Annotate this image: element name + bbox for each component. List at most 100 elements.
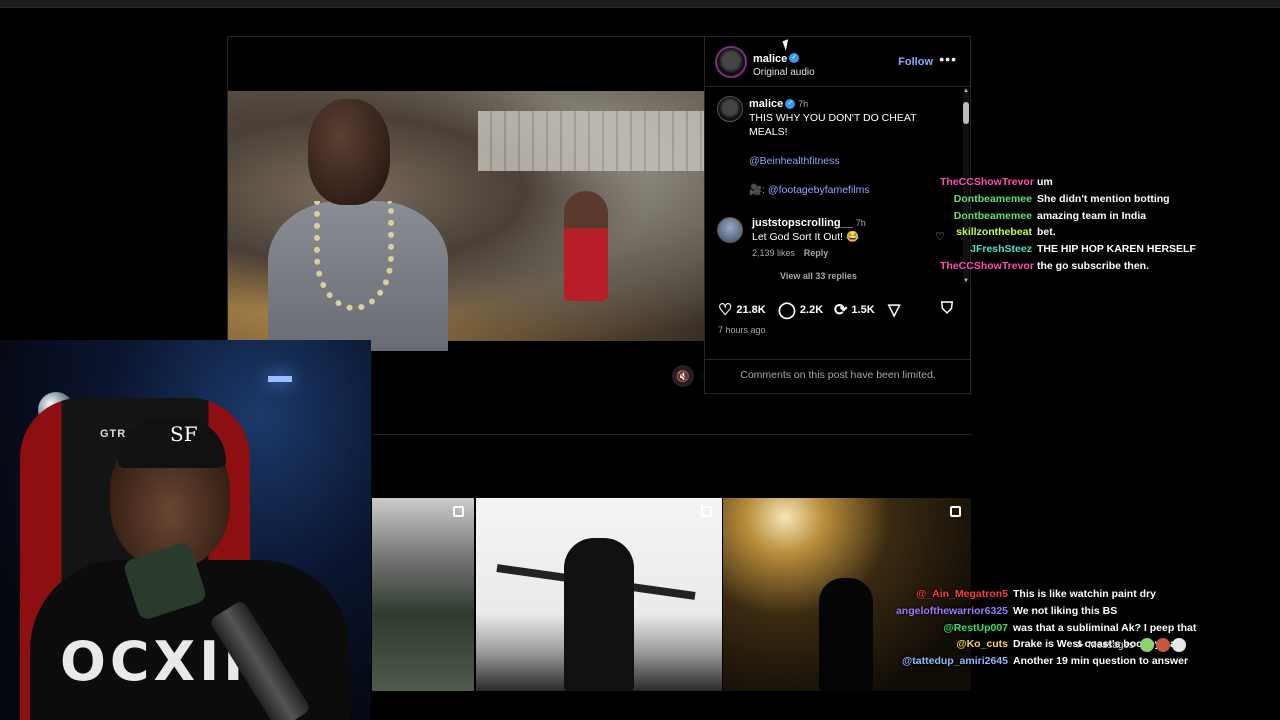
browser-top-bar bbox=[0, 0, 1280, 8]
comment: juststopscrolling__ 7h Let God Sort It O… bbox=[752, 216, 866, 283]
video-person-head bbox=[308, 99, 390, 205]
post-sidebar: malice ✓ Original audio Follow ••• malice… bbox=[704, 37, 971, 393]
verified-icon: ✓ bbox=[785, 99, 796, 110]
comment-likes[interactable]: 2,139 likes bbox=[752, 248, 795, 258]
chat-username: Dontbeamemee bbox=[953, 192, 1032, 205]
carousel-icon bbox=[453, 506, 464, 517]
mute-icon[interactable]: 🔇 bbox=[672, 365, 694, 387]
chat-text: THE HIP HOP KAREN HERSELF bbox=[1037, 243, 1196, 256]
caption: malice ✓ 7h THIS WHY YOU DON'T DO CHEAT M… bbox=[749, 97, 929, 139]
chat-message: Dontbeamemee She didn't mention botting bbox=[940, 191, 1196, 208]
caption-time: 7h bbox=[798, 99, 809, 109]
repost-count: 1.5K bbox=[851, 304, 875, 316]
hat-logo: SF bbox=[170, 422, 198, 446]
repost-button[interactable]: ⟳ 1.5K bbox=[834, 300, 875, 320]
chat-message: @_Ain_Megatron5 This is like watchin pain… bbox=[880, 586, 1196, 603]
caption-avatar[interactable] bbox=[717, 96, 743, 122]
chat-message: JFreshSteez THE HIP HOP KAREN HERSELF bbox=[940, 241, 1196, 258]
chat-text: bet. bbox=[1037, 226, 1056, 239]
caption-text: THIS WHY YOU DON'T DO CHEAT MEALS! bbox=[749, 112, 917, 138]
comment-icon: ◯ bbox=[778, 302, 796, 319]
chat-text: um bbox=[1037, 176, 1053, 188]
chat-text: Another 19 min question to answer bbox=[1013, 655, 1189, 668]
video-chain bbox=[314, 201, 394, 311]
section-divider bbox=[372, 434, 972, 435]
chat-overlay-bottom: @_Ain_Megatron5 This is like watchin pain… bbox=[880, 586, 1196, 670]
carousel-icon bbox=[701, 506, 712, 517]
chat-username: @_Ain_Megatron5 bbox=[916, 588, 1008, 600]
scrollbar-thumb[interactable] bbox=[963, 102, 969, 124]
share-button[interactable]: ▽ bbox=[888, 300, 904, 320]
commenter-avatar[interactable] bbox=[717, 217, 743, 243]
chat-username: @Ko_cuts bbox=[956, 638, 1008, 651]
video-frame: 🔇 bbox=[228, 91, 704, 387]
reply-button[interactable]: Reply bbox=[804, 248, 829, 258]
chat-message: TheCCShowTrevor the go subscribe then. bbox=[940, 258, 1196, 275]
comments-list[interactable]: malice ✓ 7h THIS WHY YOU DON'T DO CHEAT M… bbox=[705, 88, 971, 288]
chat-message: @tattedup_amiri2645 Another 19 min questi… bbox=[880, 653, 1196, 670]
comment-button[interactable]: ◯ 2.2K bbox=[778, 300, 823, 320]
messages-label: Messages bbox=[1088, 639, 1134, 651]
comment-count: 2.2K bbox=[799, 304, 824, 316]
like-button[interactable]: ♡ 21.8K bbox=[718, 300, 766, 320]
scroll-up-icon[interactable]: ▲ bbox=[963, 88, 969, 94]
scroll-down-icon[interactable]: ▼ bbox=[963, 278, 969, 284]
chat-message: TheCCShowTrevor um bbox=[940, 174, 1196, 191]
chair-brand: GTR bbox=[100, 428, 127, 440]
chat-text: This is like watchin paint dry bbox=[1013, 588, 1156, 600]
chat-username: TheCCShowTrevor bbox=[940, 176, 1034, 188]
comment-time: 7h bbox=[855, 218, 866, 228]
audio-label[interactable]: Original audio bbox=[753, 67, 815, 78]
send-icon: ➤ bbox=[1076, 639, 1085, 651]
comments-limited-notice: Comments on this post have been limited. bbox=[705, 359, 971, 393]
chat-username: @tattedup_amiri2645 bbox=[902, 655, 1008, 668]
chat-text: She didn't mention botting bbox=[1037, 192, 1170, 205]
chat-message: angelofthewarrior6325 We not liking this … bbox=[880, 603, 1196, 620]
repost-icon: ⟳ bbox=[834, 302, 848, 319]
chat-text: the go subscribe then. bbox=[1037, 259, 1150, 272]
kitchen-hood bbox=[478, 111, 704, 171]
verified-icon: ✓ bbox=[789, 52, 800, 63]
chat-username: JFreshSteez bbox=[970, 243, 1032, 256]
avatar bbox=[1139, 638, 1154, 652]
chat-username: TheCCShowTrevor bbox=[940, 259, 1034, 272]
streamer-webcam: GTR OCXII SF bbox=[0, 340, 371, 720]
chat-text: was that a subliminal Ak? I peep that bbox=[1013, 621, 1197, 634]
grid-post-thumbnail[interactable] bbox=[476, 498, 722, 691]
blue-light bbox=[268, 376, 292, 382]
author-username[interactable]: malice bbox=[753, 53, 787, 65]
carousel-icon bbox=[950, 506, 961, 517]
chat-username: skillzonthebeat bbox=[956, 226, 1032, 239]
chat-message: skillzonthebeat bet. bbox=[940, 224, 1196, 241]
chat-text: We not liking this BS bbox=[1013, 604, 1118, 617]
chat-username: @RestUp007 bbox=[943, 621, 1008, 634]
chat-username: angelofthewarrior6325 bbox=[895, 604, 1008, 617]
author-avatar[interactable] bbox=[715, 46, 747, 78]
post-header: malice ✓ Original audio Follow ••• bbox=[705, 37, 971, 87]
heart-icon: ♡ bbox=[718, 302, 733, 319]
credit-link[interactable]: : @footagebyfamefilms bbox=[762, 184, 870, 196]
avatar bbox=[1171, 638, 1186, 652]
caption-username[interactable]: malice bbox=[749, 98, 783, 110]
like-count: 21.8K bbox=[736, 304, 766, 316]
commenter-username[interactable]: juststopscrolling__ bbox=[752, 217, 853, 229]
chat-message: Dontbeamemee amazing team in India bbox=[940, 208, 1196, 225]
thumb-performer bbox=[819, 578, 873, 691]
credit-line: 🎥: @footagebyfamefilms bbox=[749, 183, 870, 197]
messages-pill[interactable]: ➤ Messages bbox=[1076, 636, 1186, 654]
save-button[interactable]: ⛉ bbox=[941, 300, 957, 318]
grid-post-thumbnail[interactable] bbox=[372, 498, 474, 691]
camera-icon: 🎥 bbox=[749, 184, 763, 196]
view-replies-link[interactable]: View all 33 replies bbox=[780, 269, 866, 283]
chat-text: amazing team in India bbox=[1037, 209, 1147, 222]
chat-username: Dontbeamemee bbox=[953, 209, 1032, 222]
avatar bbox=[1155, 638, 1170, 652]
more-options-icon[interactable]: ••• bbox=[939, 51, 957, 67]
posted-time[interactable]: 7 hours ago bbox=[718, 325, 766, 335]
shirt-print: OCXII bbox=[60, 630, 248, 693]
share-icon: ▽ bbox=[888, 302, 901, 319]
thumb-person bbox=[564, 538, 634, 691]
chat-message: @RestUp007 was that a subliminal Ak? I pe… bbox=[880, 620, 1196, 637]
mention-link[interactable]: @Beinhealthfitness bbox=[749, 154, 840, 168]
follow-button[interactable]: Follow bbox=[898, 56, 933, 68]
